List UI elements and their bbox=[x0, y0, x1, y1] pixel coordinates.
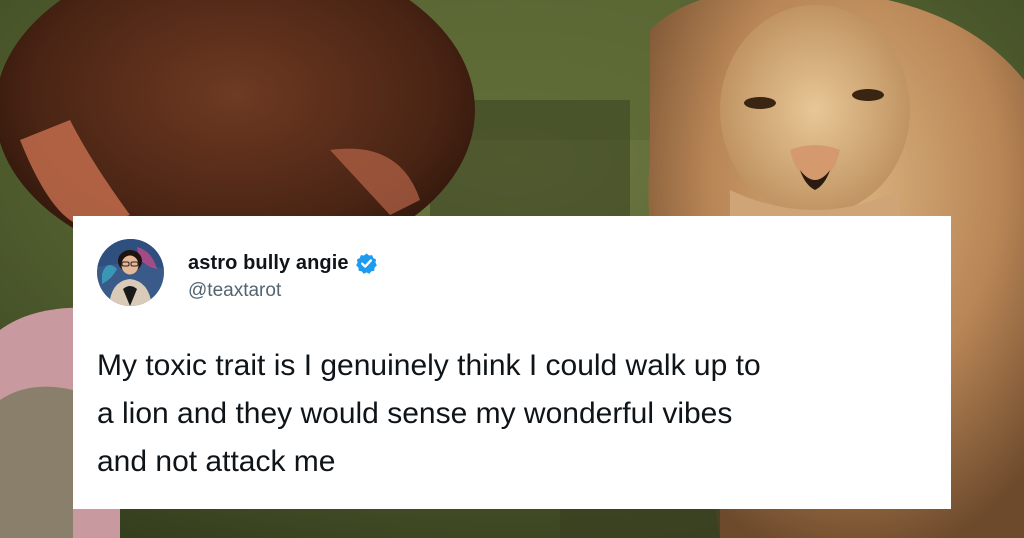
avatar[interactable] bbox=[97, 239, 164, 306]
tweet-text: My toxic trait is I genuinely think I co… bbox=[97, 349, 761, 478]
user-info: astro bully angie @teaxtarot bbox=[188, 250, 378, 302]
user-handle[interactable]: @teaxtarot bbox=[188, 280, 378, 302]
display-name[interactable]: astro bully angie bbox=[188, 252, 349, 275]
verified-badge-icon bbox=[355, 252, 378, 275]
tweet-card: astro bully angie @teaxtarot My toxic tr… bbox=[73, 216, 951, 509]
